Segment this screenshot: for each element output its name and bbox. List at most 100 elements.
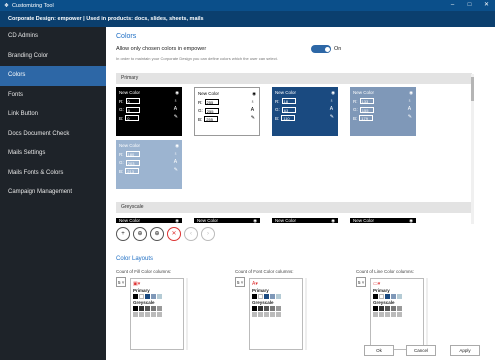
minimize-button[interactable]: –: [444, 0, 461, 11]
color-swatch[interactable]: [157, 312, 162, 317]
color-swatch[interactable]: [391, 306, 396, 311]
fill-bucket-icon[interactable]: ♁: [174, 98, 178, 104]
color-card[interactable]: New Color ◉ R: 255 G: 255 B: 255 ♁ A ✎: [194, 87, 260, 136]
color-name[interactable]: New Color: [197, 218, 218, 223]
fill-bucket-icon[interactable]: ♁: [174, 151, 178, 157]
color-swatch[interactable]: [373, 306, 378, 311]
sidebar-item-branding-color[interactable]: Branding Color: [0, 47, 106, 67]
color-swatch[interactable]: [264, 306, 269, 311]
color-swatch[interactable]: [270, 294, 275, 299]
color-swatch[interactable]: [139, 312, 144, 317]
color-name[interactable]: New Color: [198, 90, 219, 98]
color-swatch[interactable]: [391, 312, 396, 317]
maximize-button[interactable]: □: [461, 0, 478, 11]
font-color-icon[interactable]: A: [174, 159, 178, 165]
color-swatch[interactable]: [139, 306, 144, 311]
column-count-select[interactable]: 5 ˅: [235, 277, 245, 287]
color-name[interactable]: New Color: [353, 89, 374, 97]
greyscale-section-header[interactable]: Greyscale: [116, 202, 472, 213]
visibility-eye-icon[interactable]: ◉: [331, 89, 335, 97]
sidebar-item-fonts[interactable]: Fonts: [0, 86, 106, 106]
palette-preview[interactable]: A▾ Primary Greyscale: [249, 278, 303, 350]
color-name[interactable]: New Color: [119, 89, 140, 97]
color-swatch[interactable]: [397, 312, 402, 317]
color-swatch[interactable]: [385, 306, 390, 311]
color-card[interactable]: New Color ◉ R: 133 G: 155 B: 179 ♁ A ✎: [350, 87, 416, 136]
greyscale-color-card[interactable]: New Color ◉: [116, 218, 182, 223]
palette-preview[interactable]: ▣▾ Primary Greyscale: [130, 278, 184, 350]
channel-input-g[interactable]: 255: [204, 107, 219, 114]
sidebar-item-cd-admins[interactable]: CD Admins: [0, 27, 106, 47]
color-swatch[interactable]: [391, 294, 396, 299]
channel-input-g[interactable]: 63: [281, 106, 296, 113]
color-card[interactable]: New Color ◉ R: 18 G: 63 B: 110 ♁ A ✎: [272, 87, 338, 136]
move-left-button[interactable]: ‹: [184, 227, 198, 241]
scrollbar-thumb[interactable]: [471, 77, 474, 101]
color-swatch[interactable]: [145, 306, 150, 311]
palette-scrollbar[interactable]: [305, 278, 307, 350]
colors-scrollbar[interactable]: [471, 74, 474, 224]
color-swatch[interactable]: [258, 306, 263, 311]
color-swatch[interactable]: [397, 294, 402, 299]
ok-button[interactable]: Ok: [364, 345, 394, 356]
channel-input-r[interactable]: 0: [125, 98, 140, 105]
primary-section-header[interactable]: Primary: [116, 73, 472, 84]
visibility-eye-icon[interactable]: ◉: [253, 218, 257, 223]
color-swatch[interactable]: [151, 312, 156, 317]
color-card[interactable]: New Color ◉ R: 0 G: 0 B: 0 ♁ A ✎: [116, 87, 182, 136]
move-right-button[interactable]: ›: [201, 227, 215, 241]
color-swatch[interactable]: [379, 294, 384, 299]
color-swatch[interactable]: [264, 312, 269, 317]
add-color-button[interactable]: +: [116, 227, 130, 241]
edit-color-button[interactable]: ⊕: [150, 227, 164, 241]
color-swatch[interactable]: [151, 306, 156, 311]
color-swatch[interactable]: [252, 294, 257, 299]
color-swatch[interactable]: [151, 294, 156, 299]
sidebar-item-campaign-management[interactable]: Campaign Management: [0, 183, 106, 203]
color-swatch[interactable]: [258, 294, 263, 299]
channel-input-r[interactable]: 133: [359, 98, 374, 105]
font-color-icon[interactable]: A: [174, 106, 178, 112]
channel-input-b[interactable]: 255: [204, 116, 219, 123]
pen-icon[interactable]: ✎: [408, 114, 412, 120]
color-swatch[interactable]: [276, 294, 281, 299]
pen-icon[interactable]: ✎: [174, 167, 178, 173]
font-color-icon[interactable]: A: [251, 107, 255, 113]
color-swatch[interactable]: [379, 306, 384, 311]
delete-button[interactable]: ✕: [167, 227, 181, 241]
color-swatch[interactable]: [145, 312, 150, 317]
channel-input-g[interactable]: 155: [359, 106, 374, 113]
color-swatch[interactable]: [385, 312, 390, 317]
color-swatch[interactable]: [270, 306, 275, 311]
column-count-select[interactable]: 5 ˅: [116, 277, 126, 287]
fill-bucket-icon[interactable]: ♁: [330, 98, 334, 104]
visibility-eye-icon[interactable]: ◉: [409, 89, 413, 97]
color-name[interactable]: New Color: [275, 218, 296, 223]
color-name[interactable]: New Color: [119, 142, 140, 150]
channel-input-b[interactable]: 179: [359, 115, 374, 122]
color-swatch[interactable]: [276, 312, 281, 317]
color-name[interactable]: New Color: [275, 89, 296, 97]
color-swatch[interactable]: [139, 294, 144, 299]
greyscale-color-card[interactable]: New Color ◉: [272, 218, 338, 223]
sidebar-item-link-button[interactable]: Link Button: [0, 105, 106, 125]
visibility-eye-icon[interactable]: ◉: [331, 218, 335, 223]
fill-bucket-icon[interactable]: ♁: [251, 99, 255, 105]
cancel-button[interactable]: Cancel: [406, 345, 436, 356]
channel-input-b[interactable]: 110: [281, 115, 296, 122]
color-swatch[interactable]: [276, 306, 281, 311]
channel-input-g[interactable]: 0: [125, 106, 140, 113]
channel-input-b[interactable]: 0: [125, 115, 140, 122]
sidebar-item-colors[interactable]: Colors: [0, 66, 106, 86]
sidebar-item-docs-document-check[interactable]: Docs Document Check: [0, 125, 106, 145]
pen-icon[interactable]: ✎: [251, 115, 255, 121]
color-swatch[interactable]: [270, 312, 275, 317]
palette-preview[interactable]: ▭▾ Primary Greyscale: [370, 278, 424, 350]
color-swatch[interactable]: [145, 294, 150, 299]
color-swatch[interactable]: [373, 312, 378, 317]
color-card[interactable]: New Color ◉ R: 180 G: 203 B: 213 ♁ A ✎: [116, 140, 182, 189]
channel-input-g[interactable]: 203: [125, 159, 140, 166]
color-swatch[interactable]: [385, 294, 390, 299]
channel-input-r[interactable]: 255: [204, 99, 219, 106]
column-count-select[interactable]: 5 ˅: [356, 277, 366, 287]
